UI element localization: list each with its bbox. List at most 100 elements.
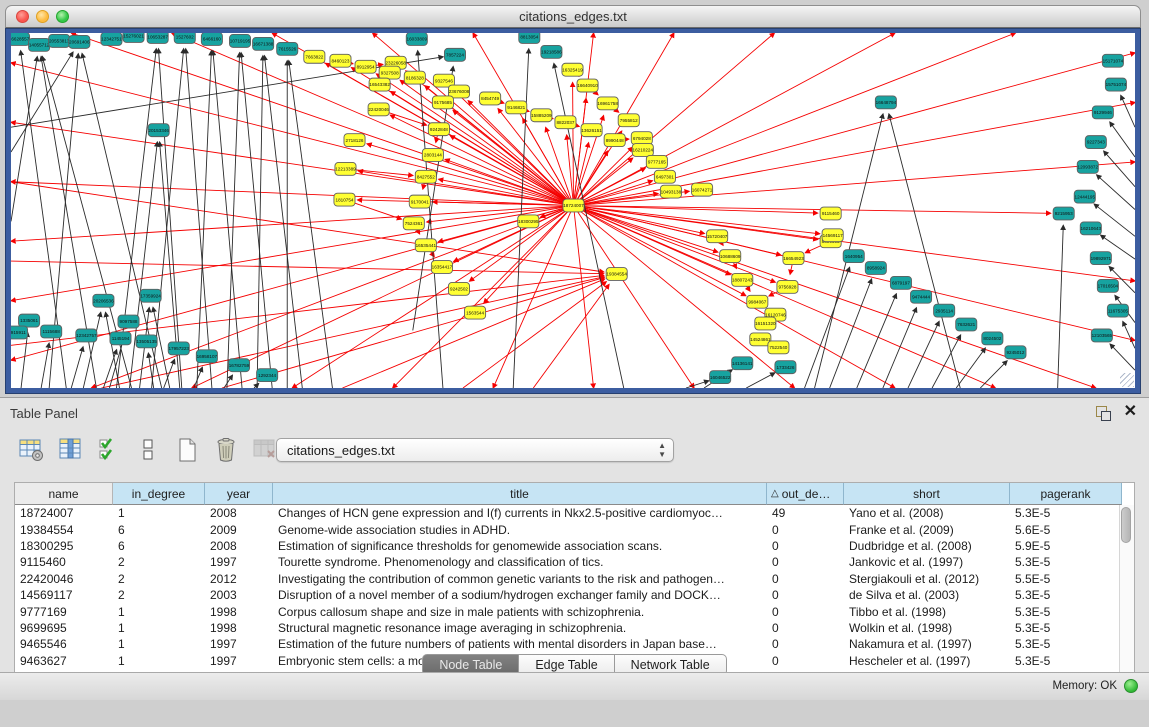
graph-node[interactable]: 1563544 — [465, 306, 486, 319]
graph-node[interactable]: 6879197 — [890, 276, 911, 289]
graph-node[interactable]: 16640910 — [577, 79, 598, 92]
table-cell[interactable]: 0 — [767, 572, 844, 586]
table-cell[interactable]: 0 — [767, 588, 844, 602]
table-cell[interactable]: 2003 — [205, 588, 273, 602]
resize-grip[interactable] — [1120, 373, 1134, 387]
table-cell[interactable]: 49 — [767, 506, 844, 520]
graph-node[interactable]: 15885209 — [531, 109, 552, 122]
graph-node[interactable]: 16671388 — [253, 37, 274, 50]
table-cell[interactable]: Franke et al. (2009) — [844, 523, 1010, 537]
table-row[interactable]: 969969511998Structural magnetic resonanc… — [15, 620, 1134, 636]
graph-node[interactable]: 9777165 — [646, 155, 667, 168]
table-cell[interactable]: 2 — [113, 572, 205, 586]
graph-node[interactable]: 2935114 — [934, 304, 955, 317]
graph-node[interactable]: 7615526 — [277, 42, 298, 55]
table-cell[interactable]: 1 — [113, 506, 205, 520]
graph-node[interactable]: 18300295 — [518, 215, 539, 228]
table-cell[interactable]: 2009 — [205, 523, 273, 537]
graph-node[interactable]: 18807243 — [732, 273, 753, 286]
graph-node[interactable]: 16628557 — [11, 33, 30, 45]
graph-node[interactable]: 1640954 — [843, 250, 864, 263]
table-cell[interactable]: 5.3E-5 — [1010, 605, 1122, 619]
table-cell[interactable]: 2008 — [205, 539, 273, 553]
graph-node[interactable]: 13505135 — [136, 335, 157, 348]
graph-node[interactable]: 16033809 — [406, 33, 427, 45]
graph-node[interactable]: 20206536 — [93, 294, 114, 307]
graph-node[interactable]: 16074271 — [692, 183, 713, 196]
table-cell[interactable]: Yano et al. (2008) — [844, 506, 1010, 520]
table-cell[interactable]: Disruption of a novel member of a sodium… — [273, 588, 767, 602]
table-cell[interactable]: 18724007 — [15, 506, 113, 520]
table-mode-button[interactable] — [16, 436, 46, 466]
column-header-name[interactable]: name — [15, 483, 113, 505]
graph-node[interactable]: 14569117 — [822, 229, 843, 242]
graph-node[interactable]: 7632621 — [956, 318, 977, 331]
graph-node[interactable]: 22420046 — [368, 103, 389, 116]
graph-node[interactable]: 9115460 — [820, 207, 841, 220]
graph-node[interactable]: 9756928 — [777, 280, 798, 293]
table-cell[interactable]: 5.6E-5 — [1010, 523, 1122, 537]
graph-node[interactable]: 12342751 — [101, 33, 122, 45]
graph-node[interactable]: 9175685 — [432, 96, 453, 109]
graph-node[interactable]: 15720407 — [707, 230, 728, 243]
graph-node[interactable]: 9097588 — [118, 315, 139, 328]
table-cell[interactable]: 5.3E-5 — [1010, 588, 1122, 602]
graph-node[interactable]: 10653287 — [147, 33, 168, 43]
table-row[interactable]: 2242004622012Investigating the contribut… — [15, 571, 1134, 587]
table-cell[interactable]: 1 — [113, 637, 205, 651]
graph-node[interactable]: 16543382 — [369, 78, 390, 91]
graph-node[interactable]: 15751074 — [1105, 78, 1126, 91]
table-cell[interactable]: 19384554 — [15, 523, 113, 537]
table-cell[interactable]: 1 — [113, 605, 205, 619]
graph-node[interactable]: 18724007 — [563, 199, 584, 212]
table-cell[interactable]: 1997 — [205, 555, 273, 569]
table-row[interactable]: 1456911722003Disruption of a novel membe… — [15, 587, 1134, 603]
table-cell[interactable]: Wolkin et al. (1998) — [844, 621, 1010, 635]
graph-node[interactable]: 8990448 — [604, 134, 625, 147]
graph-node[interactable]: 9242502 — [448, 282, 469, 295]
graph-node[interactable]: 6466160 — [201, 33, 222, 45]
close-panel-button[interactable]: ✕ — [1124, 401, 1137, 421]
graph-node[interactable]: 8427552 — [415, 170, 436, 183]
column-header-short[interactable]: short — [844, 483, 1010, 505]
table-cell[interactable]: 6 — [113, 539, 205, 553]
table-cell[interactable]: 18300295 — [15, 539, 113, 553]
graph-node[interactable]: 9129946 — [1092, 106, 1113, 119]
graph-node[interactable]: 12103565 — [1091, 329, 1112, 342]
graph-node[interactable]: 10688609 — [720, 250, 741, 263]
row-height-button[interactable] — [133, 436, 163, 466]
graph-node[interactable]: 1335061 — [19, 314, 40, 327]
table-cell[interactable]: 0 — [767, 539, 844, 553]
graph-node[interactable]: 7857224 — [444, 48, 465, 61]
table-cell[interactable]: Tourette syndrome. Phenomenology and cla… — [273, 555, 767, 569]
table-cell[interactable]: Investigating the contribution of common… — [273, 572, 767, 586]
table-cell[interactable]: 1998 — [205, 621, 273, 635]
graph-node[interactable]: 9170041 — [409, 195, 430, 208]
table-cell[interactable]: 1 — [113, 621, 205, 635]
table-cell[interactable]: 0 — [767, 523, 844, 537]
graph-node[interactable]: 16648794 — [875, 96, 896, 109]
graph-node[interactable]: 9146821 — [506, 101, 527, 114]
table-cell[interactable]: 1997 — [205, 637, 273, 651]
table-row[interactable]: 946554611997Estimation of the future num… — [15, 636, 1134, 652]
table-cell[interactable]: 14569117 — [15, 588, 113, 602]
graph-node[interactable]: 10719195 — [229, 34, 250, 47]
graph-node[interactable]: 2718126 — [344, 134, 365, 147]
column-settings-button[interactable] — [55, 436, 85, 466]
graph-node[interactable]: 20553813 — [49, 34, 70, 47]
graph-node[interactable]: 14055712 — [29, 38, 50, 51]
table-row[interactable]: 911546021997Tourette syndrome. Phenomeno… — [15, 554, 1134, 570]
table-cell[interactable]: 1998 — [205, 605, 273, 619]
table-cell[interactable]: 9699695 — [15, 621, 113, 635]
table-cell[interactable]: 0 — [767, 621, 844, 635]
table-cell[interactable]: Stergiakouli et al. (2012) — [844, 572, 1010, 586]
table-cell[interactable]: Nakamura et al. (1997) — [844, 637, 1010, 651]
graph-node[interactable]: 16210224 — [632, 144, 653, 157]
graph-node[interactable]: 8460123 — [330, 54, 351, 67]
table-cell[interactable]: 5.5E-5 — [1010, 572, 1122, 586]
graph-node[interactable]: 13626151 — [581, 124, 602, 137]
column-header-year[interactable]: year — [205, 483, 273, 505]
graph-node[interactable]: 16325419 — [562, 63, 583, 76]
graph-node[interactable]: 8822037 — [555, 116, 576, 129]
graph-node[interactable]: 16354417 — [431, 261, 452, 274]
